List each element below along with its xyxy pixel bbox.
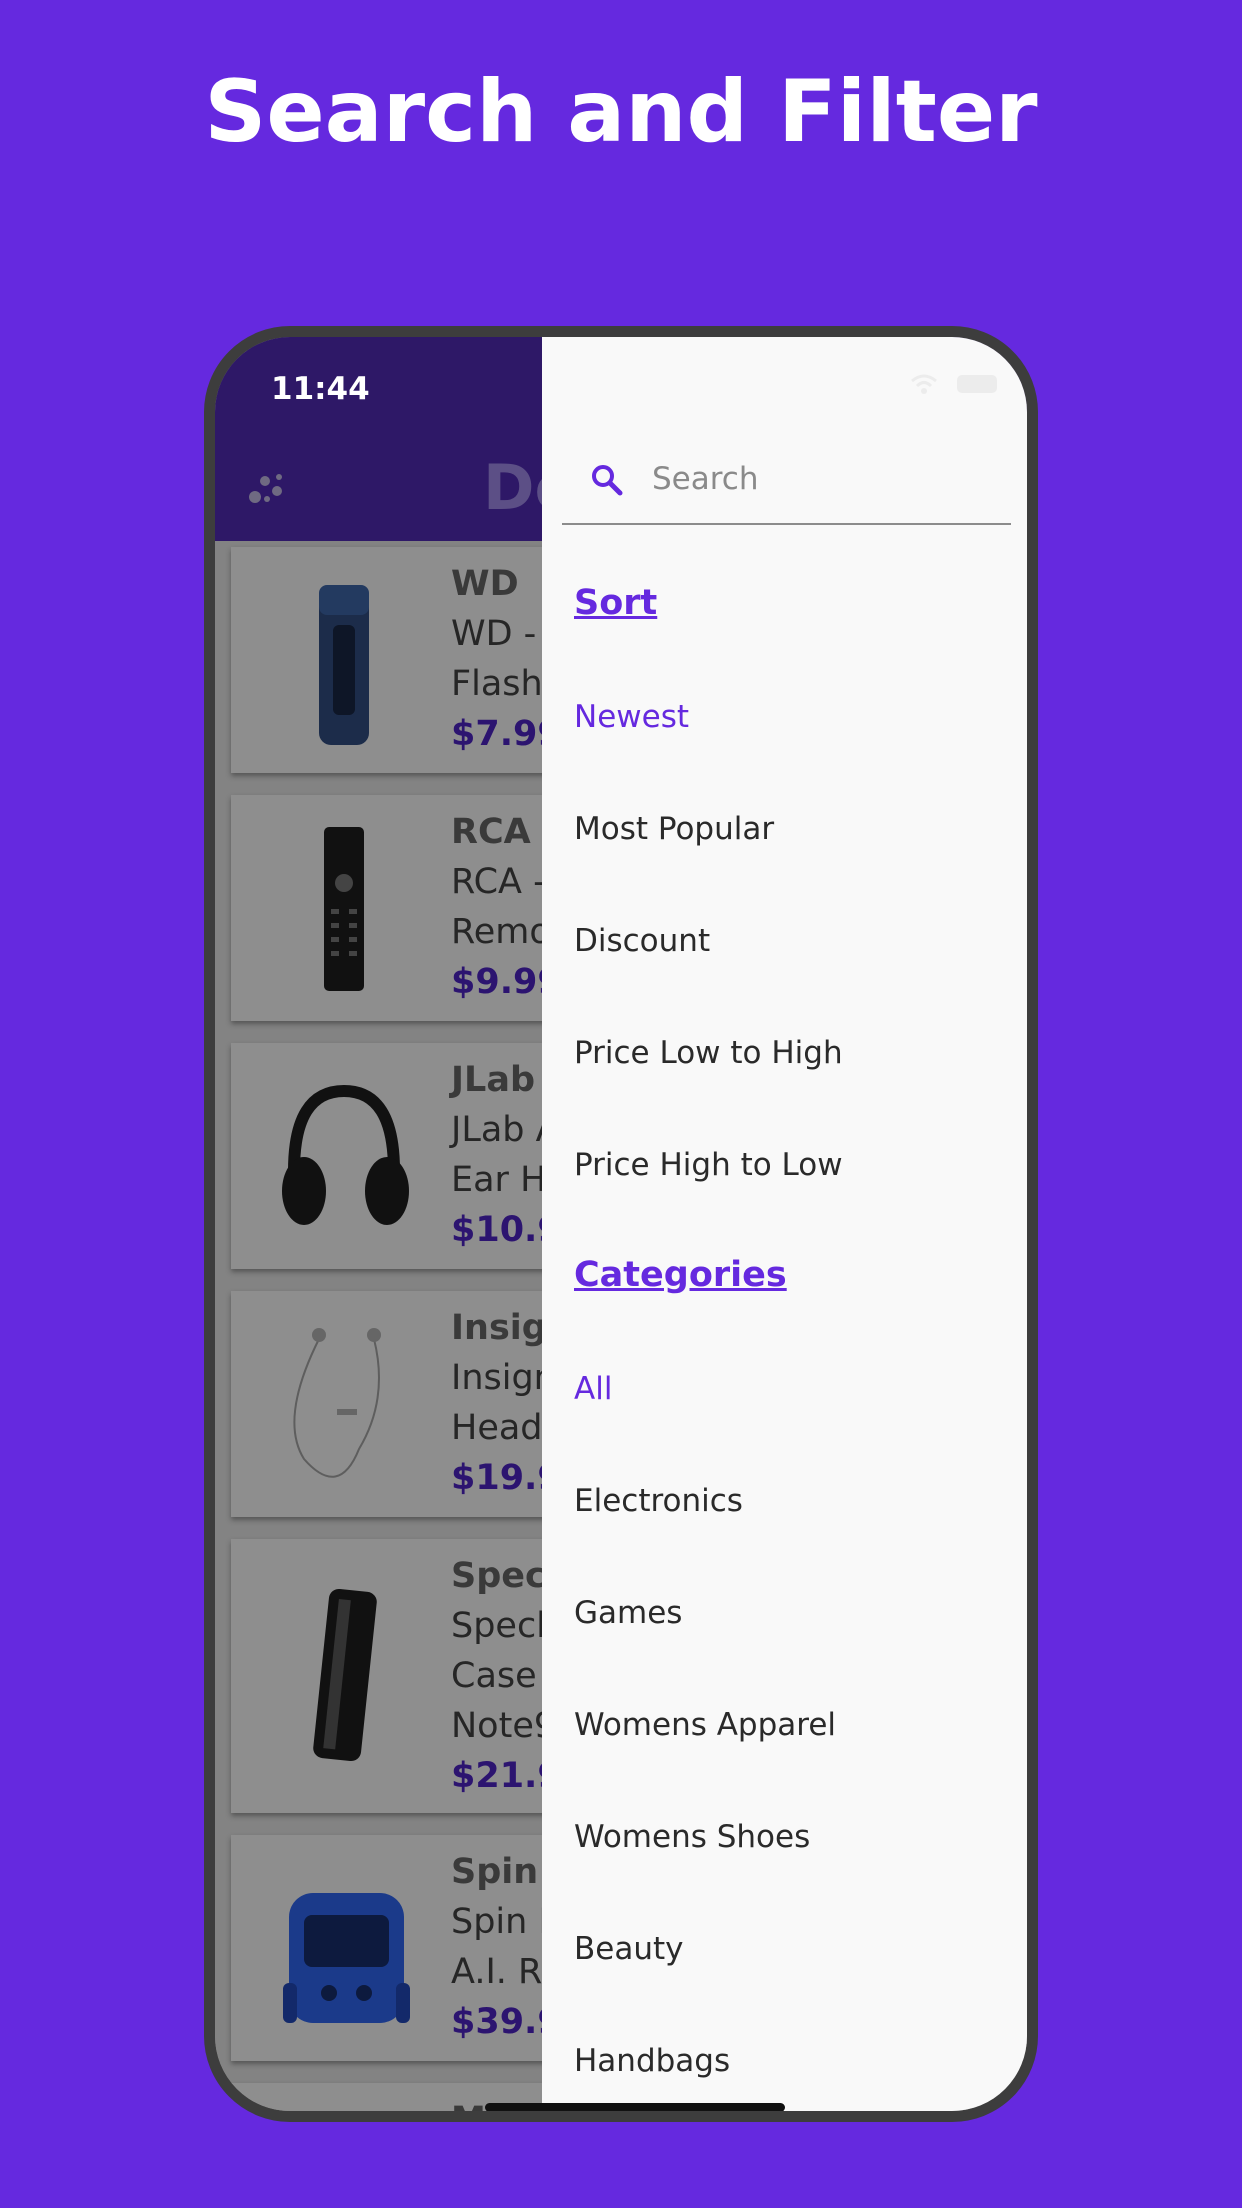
status-time: 11:44 xyxy=(271,371,370,407)
phone-frame: 11:44 De WD WD - Flash $7.99 RCA RCA - R… xyxy=(204,326,1038,2122)
categories-heading: Categories xyxy=(574,1255,787,1295)
search-icon xyxy=(592,465,623,496)
category-womens-shoes[interactable]: Womens Shoes xyxy=(574,1819,810,1855)
remote-image xyxy=(324,827,364,991)
category-all[interactable]: All xyxy=(574,1371,612,1407)
page-headline: Search and Filter xyxy=(204,62,1038,162)
headphones-image xyxy=(282,1084,409,1225)
category-beauty[interactable]: Beauty xyxy=(574,1931,683,1967)
sort-heading: Sort xyxy=(574,583,658,623)
category-games[interactable]: Games xyxy=(574,1595,682,1631)
sort-option-price-high-low[interactable]: Price High to Low xyxy=(574,1147,843,1183)
flash-drive-image xyxy=(319,585,369,745)
category-handbags[interactable]: Handbags xyxy=(574,2043,730,2079)
search-bar xyxy=(562,433,1011,525)
sort-option-discount[interactable]: Discount xyxy=(574,923,710,959)
battery-icon xyxy=(957,374,997,393)
category-electronics[interactable]: Electronics xyxy=(574,1483,743,1519)
sort-option-newest[interactable]: Newest xyxy=(574,699,689,735)
status-icons xyxy=(910,373,997,394)
earbuds-image xyxy=(293,1328,381,1478)
sort-option-price-low-high[interactable]: Price Low to High xyxy=(574,1035,843,1071)
wifi-icon xyxy=(910,374,937,394)
robot-image xyxy=(283,1893,410,2023)
filter-drawer: Sort Newest Most Popular Discount Price … xyxy=(542,337,1027,2111)
sort-option-most-popular[interactable]: Most Popular xyxy=(574,811,774,847)
menu-dots-icon[interactable] xyxy=(247,469,287,509)
home-indicator xyxy=(485,2103,785,2111)
category-womens-apparel[interactable]: Womens Apparel xyxy=(574,1707,836,1743)
phone-case-image xyxy=(313,1588,377,1762)
search-input[interactable] xyxy=(652,451,992,507)
